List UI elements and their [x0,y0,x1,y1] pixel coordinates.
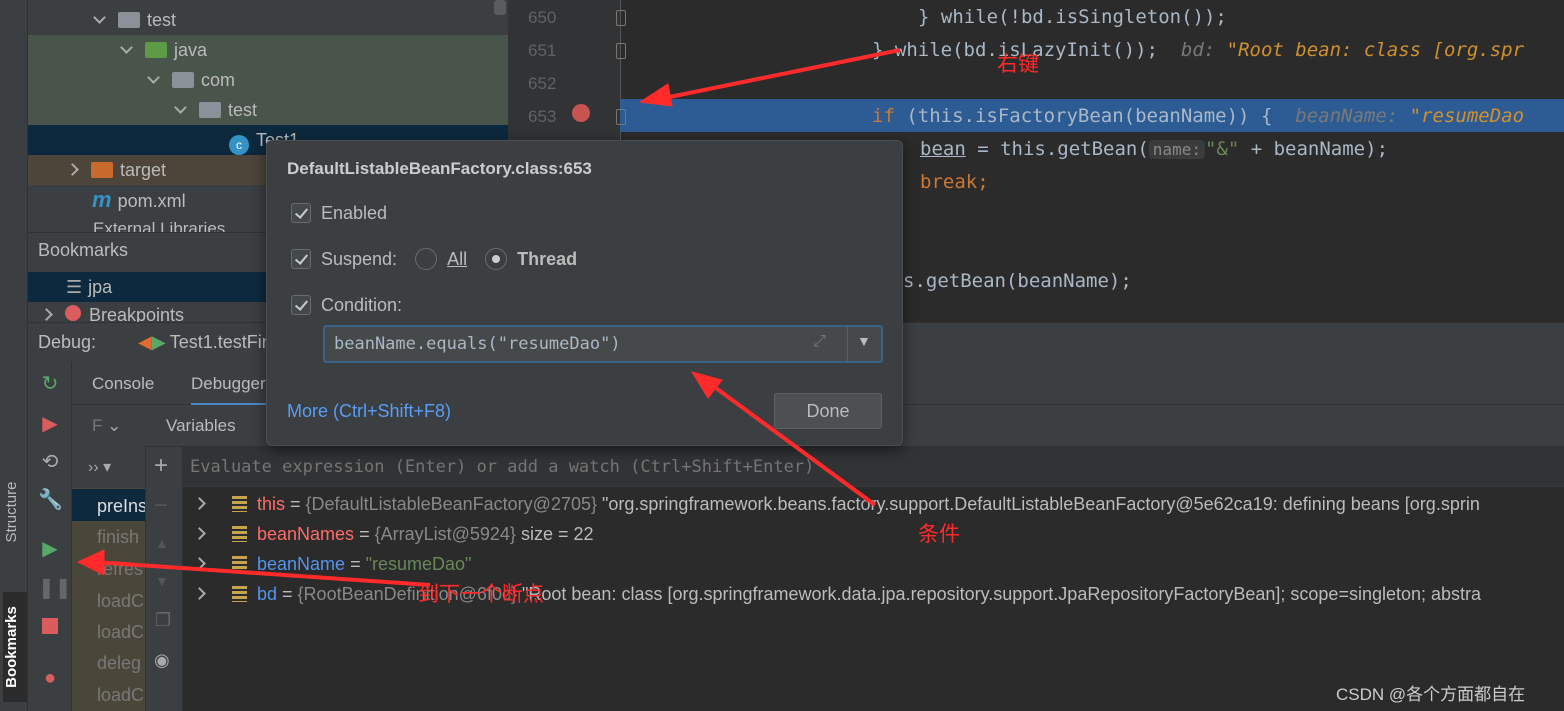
arrowhead [638,83,673,107]
arrowhead [690,371,723,399]
watermark: CSDN @各个方面都自在 [1336,685,1526,704]
arrow-next-breakpoint [94,560,431,587]
annotation-condition: 条件 [918,523,960,546]
annotation-arrows [76,48,901,587]
annotation-next-breakpoint: 到下一个断点 [418,583,544,606]
arrowhead [76,549,105,576]
annotation-right-click: 右键 [997,53,1039,76]
arrow-condition [703,378,877,507]
arrow-right-click [654,48,901,102]
